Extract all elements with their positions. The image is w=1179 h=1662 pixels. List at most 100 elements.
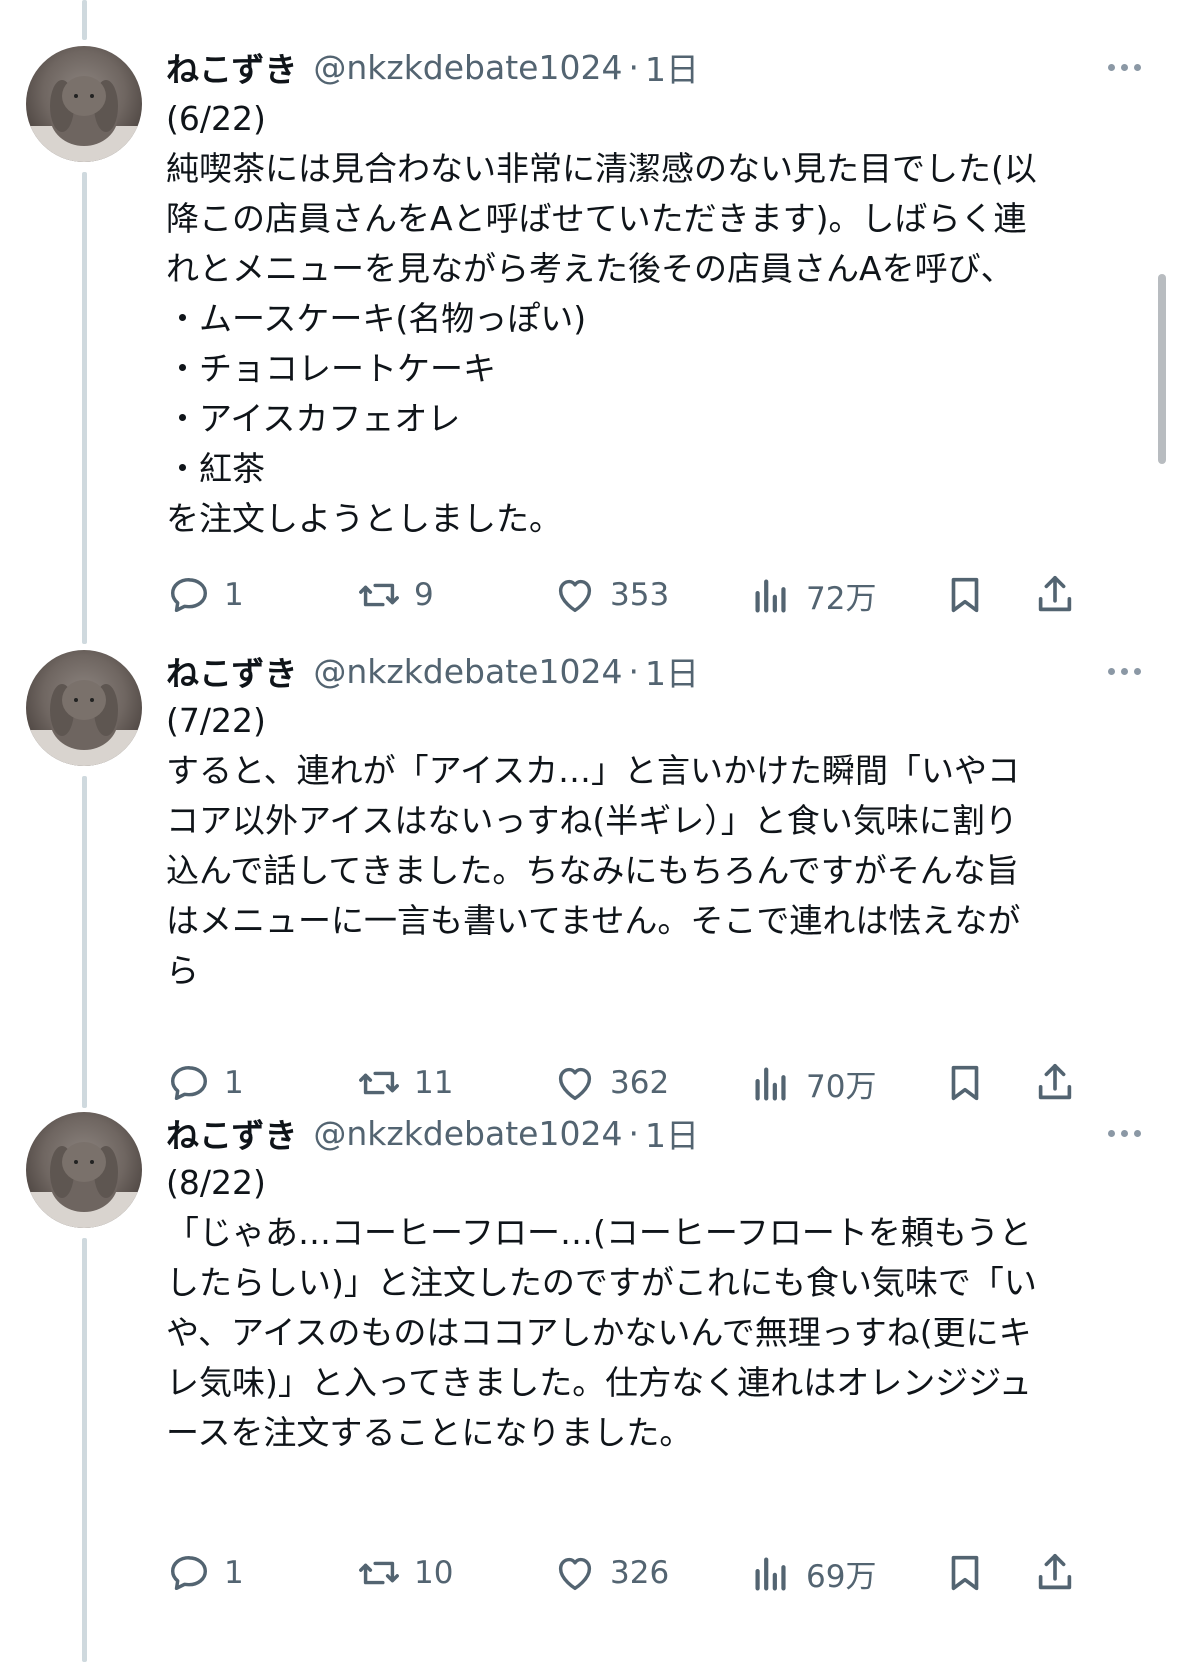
action-bar: 1 9 353 72万 <box>166 570 1156 620</box>
author-name[interactable]: ねこずき <box>166 1109 297 1157</box>
views-count: 69万 <box>806 1558 877 1595</box>
tweet-text: (7/22) すると、連れが「アイスカ…」と言いかけた瞬間「いやコ コア以外アイ… <box>166 696 1126 996</box>
retweet-button[interactable]: 10 <box>356 1548 453 1598</box>
heart-icon <box>558 579 592 613</box>
retweet-icon <box>359 1071 399 1095</box>
more-options-button[interactable] <box>1099 646 1149 696</box>
share-button[interactable] <box>1032 570 1078 620</box>
reply-bubble-icon <box>170 1555 208 1591</box>
thread-line-top <box>82 0 87 40</box>
tweet-text-line: コア以外アイスはないっすね(半ギレ）」と食い気味に割り <box>166 801 1018 840</box>
author-name[interactable]: ねこずき <box>166 43 297 91</box>
bookmark-icon <box>951 1555 979 1591</box>
like-count: 326 <box>610 1555 670 1591</box>
separator-dot: · <box>628 1113 639 1153</box>
tweet-text-line: したらしい)」と注文したのですがこれにも食い気味で「い <box>166 1263 1037 1302</box>
timestamp[interactable]: 1日 <box>645 1109 699 1157</box>
retweet-icon <box>359 1561 399 1585</box>
views-button[interactable]: 69万 <box>748 1548 876 1598</box>
author-name[interactable]: ねこずき <box>166 647 297 695</box>
bookmark-icon <box>951 577 979 613</box>
tweet-text-line: 「じゃあ…コーヒーフロー…(コーヒーフロートを頼もうと <box>166 1213 1032 1252</box>
more-options-button[interactable] <box>1099 42 1149 92</box>
views-count: 70万 <box>806 1068 877 1105</box>
share-icon <box>1038 1063 1072 1100</box>
more-dots-icon <box>1107 667 1115 675</box>
thread-line-1 <box>82 172 87 644</box>
tweet-text-line: ・チョコレートケーキ <box>166 349 496 388</box>
like-button[interactable]: 362 <box>552 1058 669 1108</box>
tweet-text: (8/22) 「じゃあ…コーヒーフロー…(コーヒーフロートを頼もうと したらしい… <box>166 1158 1126 1458</box>
heart-icon <box>558 1557 592 1591</box>
retweet-icon <box>359 583 399 607</box>
tweet-header: ねこずき @nkzkdebate1024 · 1日 <box>166 42 699 92</box>
views-chart-icon <box>755 579 786 613</box>
reply-button[interactable]: 1 <box>166 570 244 620</box>
tweet-text-line: ・アイスカフェオレ <box>166 399 461 438</box>
tweet-text-line: ・ムースケーキ(名物っぽい) <box>166 299 587 338</box>
views-count: 72万 <box>806 580 877 617</box>
separator-dot: · <box>628 47 639 87</box>
rabbit-avatar-icon <box>26 680 142 766</box>
tweet-text-line: レ気味)」と入ってきました。仕方なく連れはオレンジジュ <box>166 1363 1032 1402</box>
thread-line-2 <box>82 776 87 1108</box>
rabbit-avatar-icon <box>26 1142 142 1228</box>
tweet-text-line: 降この店員さんをAと呼ばせていただきます)。しばらく連 <box>166 199 1027 238</box>
tweet-text-line: ら <box>166 951 199 990</box>
reply-bubble-icon <box>170 1065 208 1101</box>
action-bar: 1 11 362 70万 <box>166 1058 1156 1108</box>
timestamp[interactable]: 1日 <box>645 43 699 91</box>
avatar[interactable] <box>26 650 142 766</box>
tweet-text-line: や、アイスのものはココアしかないんで無理っすね(更にキ <box>166 1313 1032 1352</box>
avatar[interactable] <box>26 46 142 162</box>
bookmark-button[interactable] <box>942 1058 988 1108</box>
tweet-text-line: (6/22) <box>166 99 266 138</box>
retweet-count: 9 <box>414 577 434 613</box>
tweet-header: ねこずき @nkzkdebate1024 · 1日 <box>166 1108 699 1158</box>
tweet-text-line: 純喫茶には見合わない非常に清潔感のない見た目でした(以 <box>166 149 1037 188</box>
reply-count: 1 <box>224 1555 244 1591</box>
views-button[interactable]: 70万 <box>748 1058 876 1108</box>
retweet-button[interactable]: 9 <box>356 570 434 620</box>
author-handle[interactable]: @nkzkdebate1024 <box>313 1114 622 1153</box>
reply-count: 1 <box>224 1065 244 1101</box>
share-icon <box>1038 1553 1072 1590</box>
retweet-count: 10 <box>414 1555 454 1591</box>
action-bar: 1 10 326 69万 <box>166 1548 1156 1598</box>
thread-line-3 <box>82 1238 87 1662</box>
author-handle[interactable]: @nkzkdebate1024 <box>313 48 622 87</box>
views-button[interactable]: 72万 <box>748 570 876 620</box>
author-handle[interactable]: @nkzkdebate1024 <box>313 652 622 691</box>
tweet-text-line: すると、連れが「アイスカ…」と言いかけた瞬間「いやコ <box>166 751 1021 790</box>
tweet-text-line: (8/22) <box>166 1163 266 1202</box>
views-chart-icon <box>755 1557 786 1591</box>
reply-button[interactable]: 1 <box>166 1548 244 1598</box>
like-button[interactable]: 353 <box>552 570 669 620</box>
reply-bubble-icon <box>170 577 208 613</box>
views-chart-icon <box>755 1067 786 1101</box>
like-count: 362 <box>610 1065 670 1101</box>
separator-dot: · <box>628 651 639 691</box>
more-options-button[interactable] <box>1099 1108 1149 1158</box>
timestamp[interactable]: 1日 <box>645 647 699 695</box>
share-button[interactable] <box>1032 1548 1078 1598</box>
reply-button[interactable]: 1 <box>166 1058 244 1108</box>
like-button[interactable]: 326 <box>552 1548 669 1598</box>
tweet-text-line: ースを注文することになりました。 <box>166 1413 693 1452</box>
retweet-button[interactable]: 11 <box>356 1058 453 1108</box>
heart-icon <box>558 1067 592 1101</box>
more-dots-icon <box>1107 1129 1115 1137</box>
scrollbar[interactable] <box>1158 274 1166 464</box>
bookmark-icon <box>951 1065 979 1101</box>
retweet-count: 11 <box>414 1065 454 1101</box>
share-button[interactable] <box>1032 1058 1078 1108</box>
avatar[interactable] <box>26 1112 142 1228</box>
tweet-text-line: れとメニューを見ながら考えた後その店員さんAを呼び、 <box>166 249 1014 288</box>
tweet-text-line: ・紅茶 <box>166 449 265 488</box>
rabbit-avatar-icon <box>26 76 142 162</box>
reply-count: 1 <box>224 577 244 613</box>
tweet-header: ねこずき @nkzkdebate1024 · 1日 <box>166 646 699 696</box>
bookmark-button[interactable] <box>942 570 988 620</box>
tweet-text-line: を注文しようとしました。 <box>166 499 562 538</box>
bookmark-button[interactable] <box>942 1548 988 1598</box>
